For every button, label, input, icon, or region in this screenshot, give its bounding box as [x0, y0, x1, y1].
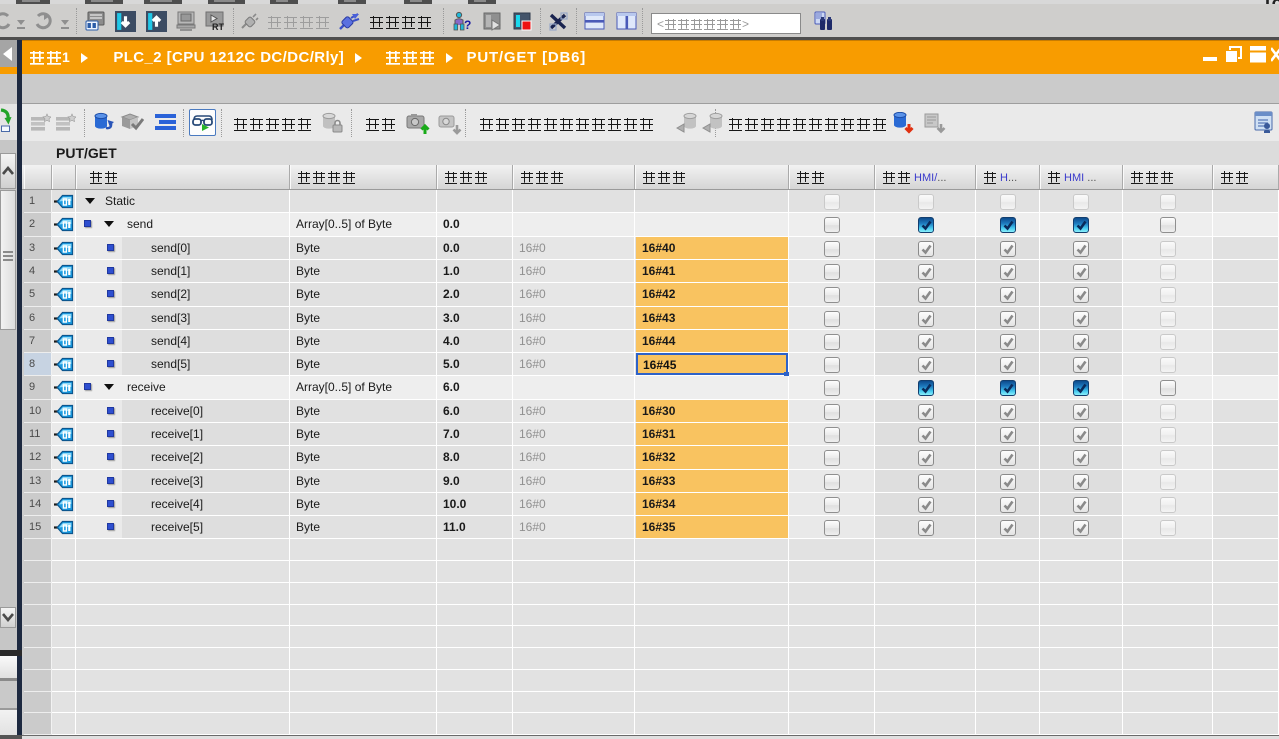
svg-text:RT: RT — [212, 22, 224, 32]
svg-text:?: ? — [464, 18, 471, 32]
